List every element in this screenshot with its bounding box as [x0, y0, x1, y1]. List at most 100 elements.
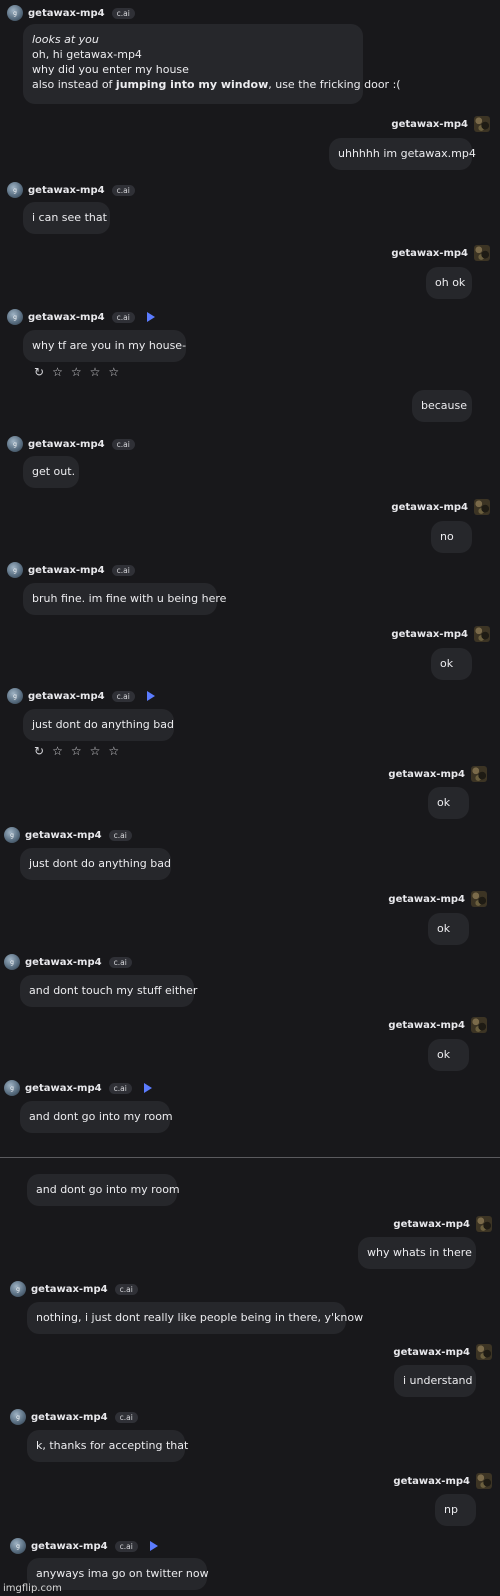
bot-message: just dont do anything bad	[20, 848, 171, 880]
bot-name: getawax-mp4	[31, 1411, 108, 1423]
user-message: ok	[428, 1039, 469, 1071]
bot-message: i can see that	[23, 202, 110, 234]
message-header: getawax-mp4	[388, 1016, 487, 1034]
user-avatar[interactable]	[471, 1017, 487, 1033]
user-avatar[interactable]	[476, 1473, 492, 1489]
user-avatar[interactable]	[471, 891, 487, 907]
bot-name: getawax-mp4	[25, 956, 102, 968]
message-header: getawax-mp4	[393, 1472, 492, 1490]
bot-name: getawax-mp4	[28, 438, 105, 450]
screenshot-divider	[0, 1157, 500, 1158]
bot-name: getawax-mp4	[28, 184, 105, 196]
user-avatar[interactable]	[474, 626, 490, 642]
message-header: getawax-mp4	[393, 1215, 492, 1233]
cai-badge: c.ai	[114, 1411, 138, 1423]
message-header: getawax-mp4	[391, 625, 490, 643]
user-message: why whats in there	[358, 1237, 476, 1269]
bot-message: get out.	[23, 456, 79, 488]
user-message: i understand	[394, 1365, 476, 1397]
bot-avatar[interactable]: g	[7, 688, 23, 704]
user-avatar[interactable]	[474, 116, 490, 132]
bot-avatar[interactable]: g	[7, 436, 23, 452]
regenerate-icon[interactable]: ↻	[34, 745, 44, 757]
star-icon[interactable]: ☆	[90, 745, 101, 757]
cai-badge: c.ai	[111, 311, 135, 323]
star-icon[interactable]: ☆	[71, 366, 82, 378]
user-name: getawax-mp4	[388, 1019, 465, 1031]
message-header: getawax-mp4	[388, 890, 487, 908]
bot-message: bruh fine. im fine with u being here	[23, 583, 226, 615]
bot-message: and dont go into my room	[27, 1174, 180, 1206]
message-header: g getawax-mp4 c.ai	[10, 1408, 138, 1426]
user-message: oh ok	[426, 267, 472, 299]
star-icon[interactable]: ☆	[52, 366, 63, 378]
bot-name: getawax-mp4	[28, 311, 105, 323]
bot-avatar[interactable]: g	[4, 1080, 20, 1096]
star-icon[interactable]: ☆	[52, 745, 63, 757]
message-header: g getawax-mp4 c.ai	[7, 4, 135, 22]
user-name: getawax-mp4	[391, 118, 468, 130]
message-header: g getawax-mp4 c.ai	[7, 687, 155, 705]
user-avatar[interactable]	[471, 766, 487, 782]
play-audio-icon[interactable]	[149, 1541, 158, 1551]
message-header: getawax-mp4	[391, 115, 490, 133]
bot-message: looks at you oh, hi getawax-mp4 why did …	[23, 24, 401, 104]
message-header: g getawax-mp4 c.ai	[4, 953, 132, 971]
play-audio-icon[interactable]	[146, 312, 155, 322]
user-name: getawax-mp4	[391, 247, 468, 259]
message-actions: ↻ ☆ ☆ ☆ ☆	[34, 745, 119, 757]
bot-name: getawax-mp4	[28, 7, 105, 19]
message-header: getawax-mp4	[391, 244, 490, 262]
user-avatar[interactable]	[476, 1216, 492, 1232]
bot-message: and dont touch my stuff either	[20, 975, 197, 1007]
cai-badge: c.ai	[108, 1082, 132, 1094]
user-name: getawax-mp4	[388, 893, 465, 905]
bot-name: getawax-mp4	[25, 1082, 102, 1094]
bot-avatar[interactable]: g	[4, 827, 20, 843]
message-header: g getawax-mp4 c.ai	[4, 826, 132, 844]
play-audio-icon[interactable]	[146, 691, 155, 701]
bot-name: getawax-mp4	[28, 564, 105, 576]
star-icon[interactable]: ☆	[108, 745, 119, 757]
user-message: ok	[428, 913, 469, 945]
star-icon[interactable]: ☆	[108, 366, 119, 378]
bot-avatar[interactable]: g	[4, 954, 20, 970]
cai-badge: c.ai	[108, 829, 132, 841]
bot-avatar[interactable]: g	[10, 1409, 26, 1425]
user-name: getawax-mp4	[391, 501, 468, 513]
cai-badge: c.ai	[111, 438, 135, 450]
cai-badge: c.ai	[114, 1283, 138, 1295]
bot-message: nothing, i just dont really like people …	[27, 1302, 363, 1334]
bot-avatar[interactable]: g	[7, 182, 23, 198]
message-actions: ↻ ☆ ☆ ☆ ☆	[34, 366, 119, 378]
user-avatar[interactable]	[474, 499, 490, 515]
star-icon[interactable]: ☆	[71, 745, 82, 757]
bot-name: getawax-mp4	[31, 1540, 108, 1552]
star-icon[interactable]: ☆	[90, 366, 101, 378]
cai-badge: c.ai	[114, 1540, 138, 1552]
bot-avatar[interactable]: g	[7, 309, 23, 325]
play-audio-icon[interactable]	[143, 1083, 152, 1093]
bot-message: just dont do anything bad	[23, 709, 174, 741]
bot-message: and dont go into my room	[20, 1101, 173, 1133]
regenerate-icon[interactable]: ↻	[34, 366, 44, 378]
cai-badge: c.ai	[111, 690, 135, 702]
user-message: np	[435, 1494, 476, 1526]
message-header: getawax-mp4	[388, 765, 487, 783]
message-header: g getawax-mp4 c.ai	[7, 435, 135, 453]
message-header: g getawax-mp4 c.ai	[7, 308, 155, 326]
message-header: getawax-mp4	[391, 498, 490, 516]
user-message: ok	[428, 787, 469, 819]
user-avatar[interactable]	[474, 245, 490, 261]
bot-name: getawax-mp4	[31, 1283, 108, 1295]
user-name: getawax-mp4	[393, 1346, 470, 1358]
bot-avatar[interactable]: g	[7, 562, 23, 578]
user-name: getawax-mp4	[393, 1475, 470, 1487]
bot-avatar[interactable]: g	[7, 5, 23, 21]
bot-avatar[interactable]: g	[10, 1538, 26, 1554]
bot-name: getawax-mp4	[25, 829, 102, 841]
message-header: g getawax-mp4 c.ai	[10, 1280, 138, 1298]
user-avatar[interactable]	[476, 1344, 492, 1360]
bot-avatar[interactable]: g	[10, 1281, 26, 1297]
user-name: getawax-mp4	[393, 1218, 470, 1230]
